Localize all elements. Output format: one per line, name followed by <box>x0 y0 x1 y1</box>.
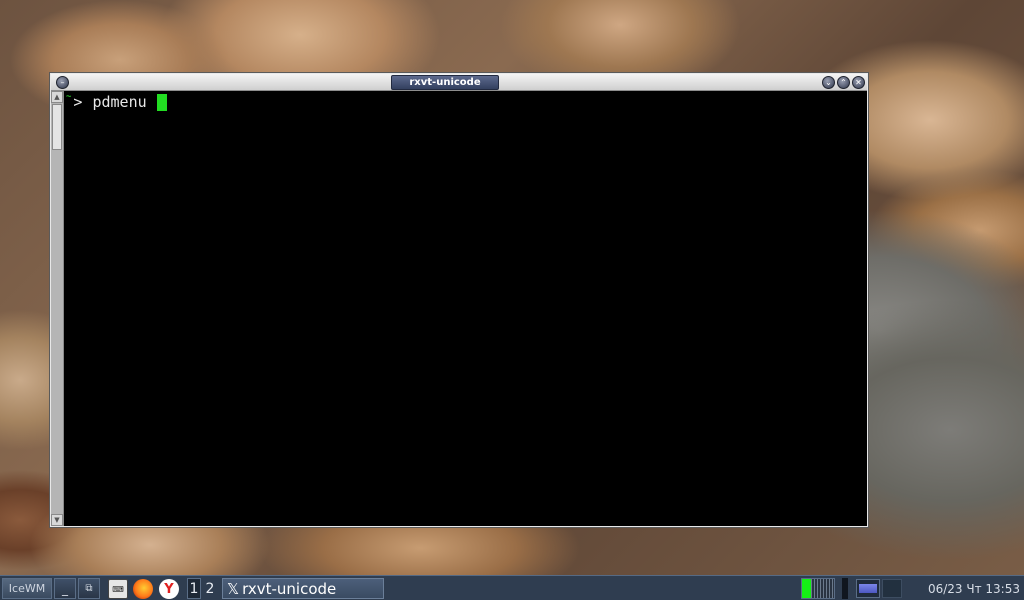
close-button[interactable]: ✕ <box>852 76 865 89</box>
tray-icon[interactable] <box>882 579 902 598</box>
show-desktop-button[interactable]: _ <box>54 578 76 599</box>
cpu-history-graph <box>811 579 834 598</box>
yandex-browser-launcher-icon[interactable]: Y <box>159 579 179 599</box>
terminal-launcher-icon[interactable]: ⌨ <box>108 579 128 599</box>
scroll-up-arrow-icon[interactable]: ▲ <box>51 91 63 103</box>
terminal-output[interactable]: ~ > pdmenu <box>64 91 867 526</box>
window-titlebar[interactable]: – rxvt-unicode ⌄ ⌃ ✕ <box>51 74 867 91</box>
scroll-down-arrow-icon[interactable]: ▼ <box>51 514 63 526</box>
start-menu-button[interactable]: IceWM <box>2 578 52 599</box>
network-monitor[interactable] <box>842 578 848 599</box>
task-rxvt-unicode[interactable]: 𝕏 rxvt-unicode <box>222 578 384 599</box>
window-menu-button[interactable]: – <box>56 76 69 89</box>
workspace-2-button[interactable]: 2 <box>203 578 217 599</box>
minimize-button[interactable]: ⌄ <box>822 76 835 89</box>
cpu-usage-bar <box>802 579 811 598</box>
text-cursor <box>156 93 167 111</box>
prompt-symbol: > <box>73 93 83 111</box>
task-title: rxvt-unicode <box>242 579 337 598</box>
x-icon: 𝕏 <box>227 579 240 598</box>
taskbar: IceWM _ ⧉ ⌨ Y 1 2 𝕏 rxvt-unicode 06/23 Ч… <box>0 575 1024 600</box>
window-list-button[interactable]: ⧉ <box>78 578 100 599</box>
workspace-1-button[interactable]: 1 <box>187 578 201 599</box>
clock[interactable]: 06/23 Чт 13:53 <box>928 578 1020 599</box>
firefox-launcher-icon[interactable] <box>133 579 153 599</box>
terminal-window[interactable]: – rxvt-unicode ⌄ ⌃ ✕ ▲ ▼ ~ > pdmenu <box>49 72 869 528</box>
prompt-line: ~ > pdmenu <box>64 92 167 111</box>
prompt-directory: ~ <box>66 92 72 102</box>
typed-command: pdmenu <box>92 93 147 111</box>
scrollbar-thumb[interactable] <box>52 104 62 150</box>
window-title: rxvt-unicode <box>391 75 499 90</box>
maximize-button[interactable]: ⌃ <box>837 76 850 89</box>
terminal-scrollbar[interactable]: ▲ ▼ <box>51 91 64 526</box>
cpu-monitor[interactable] <box>801 578 835 599</box>
mail-icon[interactable] <box>856 579 880 598</box>
